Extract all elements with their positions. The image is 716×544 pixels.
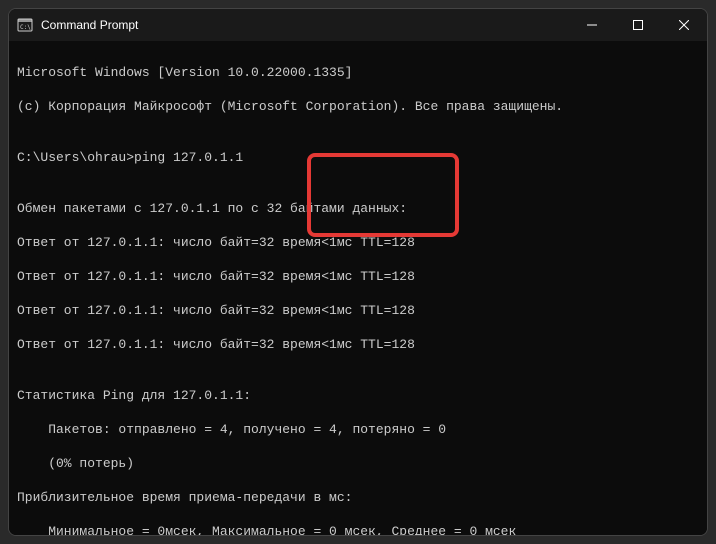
output-line: Ответ от 127.0.1.1: число байт=32 время<… — [17, 234, 699, 251]
output-line: Минимальное = 0мсек, Максимальное = 0 мс… — [17, 523, 699, 535]
output-line: Microsoft Windows [Version 10.0.22000.13… — [17, 64, 699, 81]
maximize-button[interactable] — [615, 9, 661, 41]
window-title: Command Prompt — [41, 18, 569, 32]
minimize-button[interactable] — [569, 9, 615, 41]
output-line: (0% потерь) — [17, 455, 699, 472]
cmd-icon: C:\ — [17, 17, 33, 33]
output-line: Ответ от 127.0.1.1: число байт=32 время<… — [17, 302, 699, 319]
prompt-line: C:\Users\ohrau>ping 127.0.1.1 — [17, 149, 699, 166]
output-line: Ответ от 127.0.1.1: число байт=32 время<… — [17, 336, 699, 353]
svg-text:C:\: C:\ — [20, 24, 31, 31]
output-line: Ответ от 127.0.1.1: число байт=32 время<… — [17, 268, 699, 285]
close-button[interactable] — [661, 9, 707, 41]
terminal-output[interactable]: Microsoft Windows [Version 10.0.22000.13… — [9, 41, 707, 535]
titlebar[interactable]: C:\ Command Prompt — [9, 9, 707, 41]
command-prompt-window: C:\ Command Prompt Microsoft Windows [Ve… — [8, 8, 708, 536]
output-line: Обмен пакетами с 127.0.1.1 по с 32 байта… — [17, 200, 699, 217]
output-line: Пакетов: отправлено = 4, получено = 4, п… — [17, 421, 699, 438]
window-controls — [569, 9, 707, 41]
annotation-highlight — [307, 153, 459, 237]
output-line: Приблизительное время приема-передачи в … — [17, 489, 699, 506]
output-line: Статистика Ping для 127.0.1.1: — [17, 387, 699, 404]
output-line: (c) Корпорация Майкрософт (Microsoft Cor… — [17, 98, 699, 115]
